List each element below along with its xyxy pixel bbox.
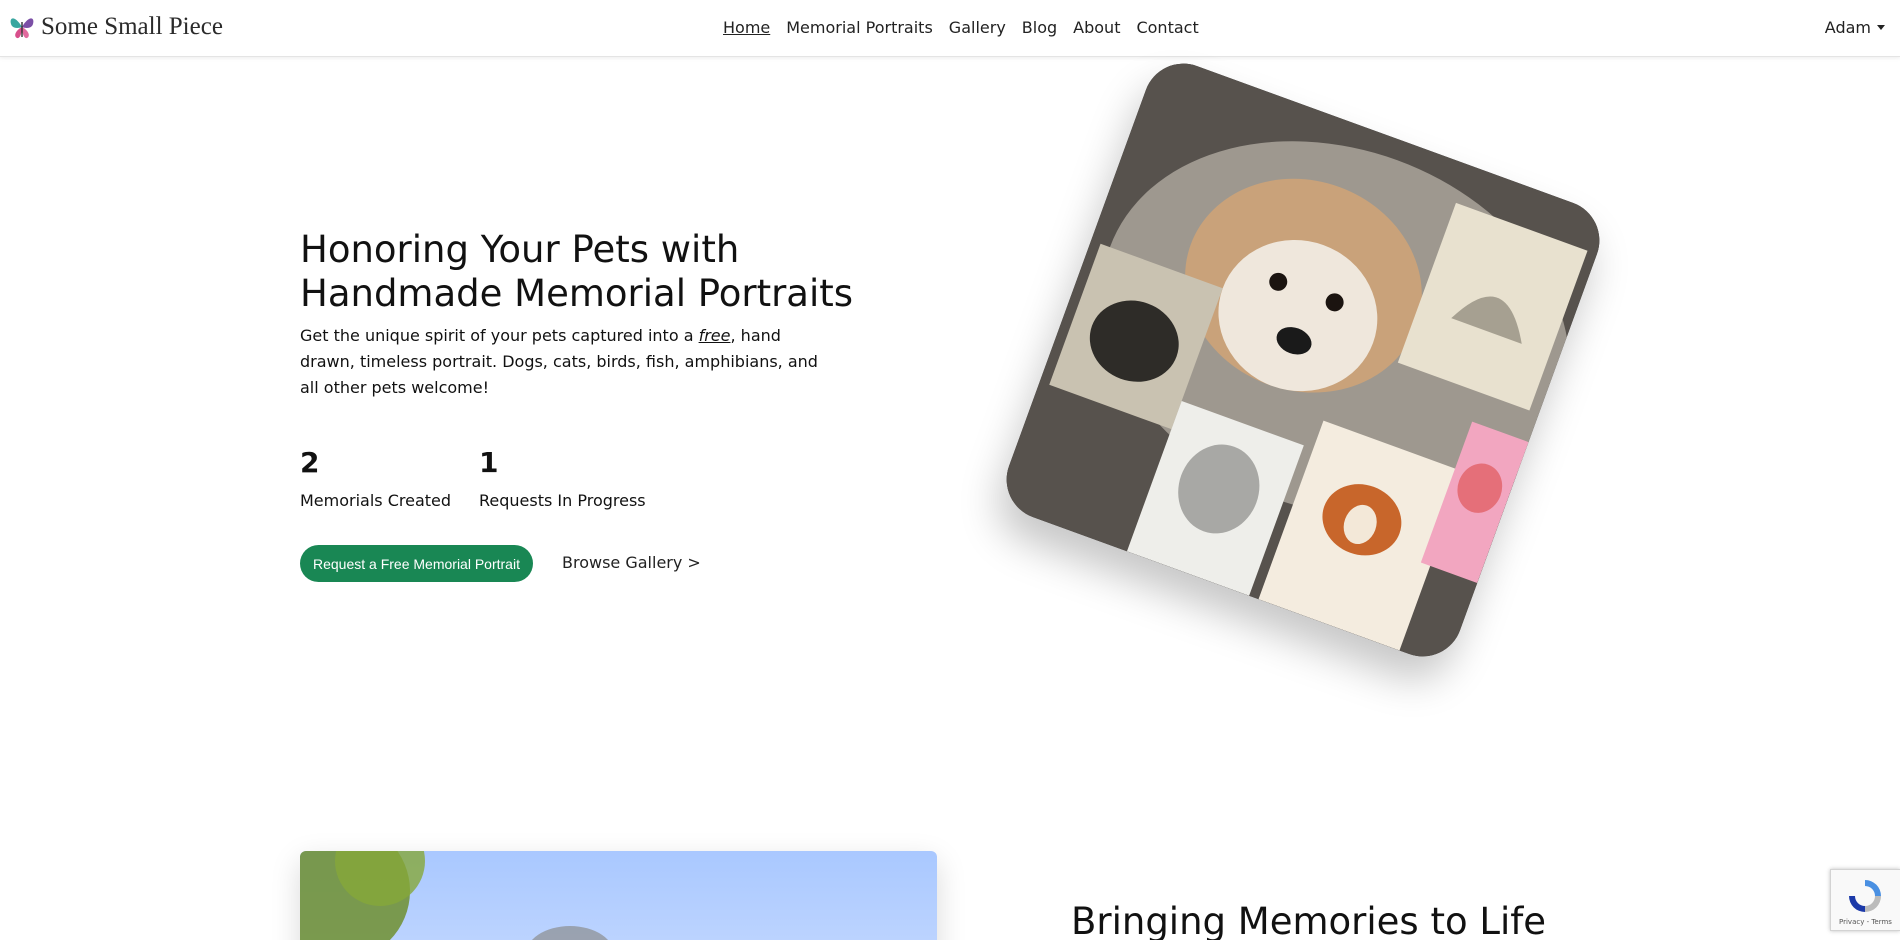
main-nav: Home Memorial Portraits Gallery Blog Abo… — [723, 18, 1199, 37]
nav-about[interactable]: About — [1073, 18, 1120, 37]
recaptcha-terms: Privacy - Terms — [1839, 918, 1892, 926]
request-portrait-button[interactable]: Request a Free Memorial Portrait — [300, 545, 533, 582]
section-title: Bringing Memories to Life — [1071, 900, 1547, 940]
memories-photo — [300, 851, 937, 940]
hero-title: Honoring Your Pets with Handmade Memoria… — [300, 228, 860, 316]
stat-value: 1 — [479, 446, 499, 479]
user-name: Adam — [1824, 18, 1871, 37]
recaptcha-icon — [1849, 880, 1881, 912]
top-navbar: Some Small Piece Home Memorial Portraits… — [0, 0, 1900, 57]
nav-home[interactable]: Home — [723, 18, 770, 37]
chevron-down-icon — [1877, 25, 1885, 30]
photo-collage-illustration — [995, 52, 1611, 668]
brand-link[interactable]: Some Small Piece — [9, 13, 223, 41]
stat-requests-in-progress: 1 Requests In Progress — [479, 445, 646, 510]
nav-blog[interactable]: Blog — [1022, 18, 1057, 37]
stat-label: Requests In Progress — [479, 491, 646, 510]
memories-photo-illustration — [300, 851, 609, 940]
nav-gallery[interactable]: Gallery — [949, 18, 1006, 37]
hero-pet-portraits-photo — [995, 52, 1611, 668]
stat-memorials-created: 2 Memorials Created — [300, 445, 451, 510]
hero-title-line-1: Honoring Your Pets with — [300, 228, 740, 271]
brand-name: Some Small Piece — [41, 13, 223, 40]
butterfly-logo-icon — [10, 18, 34, 39]
user-dropdown[interactable]: Adam — [1825, 18, 1885, 37]
hero-subtitle: Get the unique spirit of your pets captu… — [300, 323, 840, 401]
nav-contact[interactable]: Contact — [1136, 18, 1198, 37]
stat-value: 2 — [300, 446, 320, 479]
browse-gallery-link[interactable]: Browse Gallery > — [562, 553, 701, 572]
recaptcha-badge[interactable]: Privacy - Terms — [1830, 869, 1900, 931]
nav-memorial-portraits[interactable]: Memorial Portraits — [786, 18, 933, 37]
hero-subtitle-start: Get the unique spirit of your pets captu… — [300, 326, 699, 345]
hero-subtitle-free: free — [698, 326, 731, 345]
hero-title-line-2: Handmade Memorial Portraits — [300, 272, 854, 315]
stat-label: Memorials Created — [300, 491, 452, 510]
